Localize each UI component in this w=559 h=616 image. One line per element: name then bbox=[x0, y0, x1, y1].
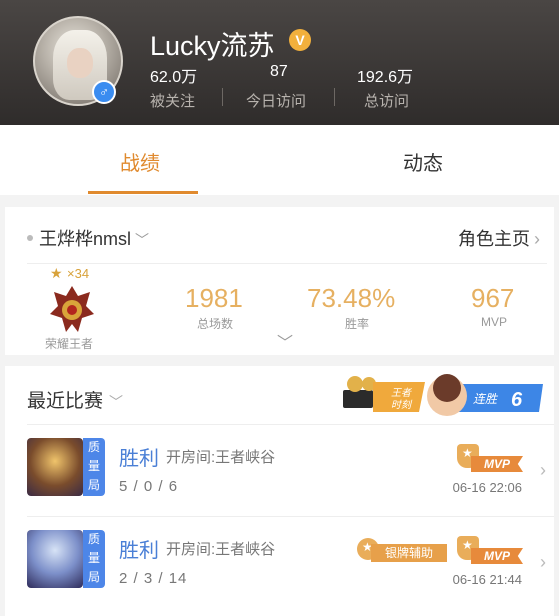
hero-portrait bbox=[27, 530, 83, 588]
rank-name: 荣耀王者 bbox=[45, 337, 94, 351]
chevron-down-icon: ﹀ bbox=[135, 232, 150, 248]
match-row[interactable]: 质量局 胜利 开房间:王者峡谷 5 / 0 / 6 MVP 06-16 22:0… bbox=[27, 434, 554, 524]
match-kda: 2 / 3 / 14 bbox=[119, 570, 188, 587]
mvp-value: 967 bbox=[471, 283, 515, 313]
total-visits-count: 192.6万 bbox=[357, 69, 414, 86]
role-home-label: 角色主页 bbox=[458, 229, 530, 249]
verified-v-icon: V bbox=[289, 29, 311, 51]
total-visits-label: 总访问 bbox=[364, 93, 410, 110]
match-result: 胜利 bbox=[119, 540, 159, 562]
tab-bar: 战绩 动态 bbox=[0, 125, 559, 195]
divider bbox=[27, 424, 554, 425]
svg-text:王者: 王者 bbox=[391, 387, 412, 399]
win-rate-value: 73.48% bbox=[307, 283, 396, 313]
tab-feed[interactable]: 动态 bbox=[403, 147, 443, 176]
recent-matches-title: 最近比赛 bbox=[27, 391, 104, 412]
today-visits-label: 今日访问 bbox=[246, 93, 307, 110]
role-selector[interactable]: 王烨桦nmsl ﹀ bbox=[27, 225, 149, 251]
divider bbox=[27, 263, 547, 264]
mode-tag: 质量局 bbox=[83, 438, 105, 496]
total-games-label: 总场数 bbox=[197, 317, 234, 331]
star-icon: ★ bbox=[50, 265, 63, 281]
male-icon: ♂ bbox=[92, 80, 116, 104]
role-home-link[interactable]: 角色主页 › bbox=[458, 225, 540, 251]
match-kda: 5 / 0 / 6 bbox=[119, 478, 179, 495]
svg-text:6: 6 bbox=[511, 389, 523, 411]
rank-star-count: ×34 bbox=[67, 266, 90, 281]
mode-tag: 质量局 bbox=[83, 530, 105, 588]
tab-record[interactable]: 战绩 bbox=[120, 147, 160, 176]
mvp-label: MVP bbox=[481, 315, 508, 329]
today-visits-count: 87 bbox=[270, 63, 288, 80]
mvp-label: MVP bbox=[471, 456, 523, 472]
divider bbox=[27, 516, 554, 517]
profile-header: ♂ Lucky流苏 V 62.0万 被关注 87 今日访问 192.6万 总访问 bbox=[0, 0, 559, 125]
avatar-face bbox=[67, 48, 93, 78]
match-row[interactable]: 质量局 胜利 开房间:王者峡谷 2 / 3 / 14 银牌辅助 MVP 06-1… bbox=[27, 526, 554, 616]
win-rate-label: 胜率 bbox=[345, 317, 370, 331]
role-card: 王烨桦nmsl ﹀ 角色主页 › ★ ×34 荣耀王者 1981 总场数 73.48… bbox=[5, 207, 554, 355]
silver-support-label: 银牌辅助 bbox=[371, 544, 447, 562]
hero-portrait bbox=[27, 438, 83, 496]
match-result: 胜利 bbox=[119, 448, 159, 470]
chevron-right-icon: › bbox=[534, 229, 540, 249]
match-room: 开房间:王者峡谷 bbox=[166, 449, 276, 466]
chevron-right-icon: › bbox=[540, 460, 546, 480]
followers-label: 被关注 bbox=[150, 93, 196, 110]
stat-divider bbox=[334, 88, 335, 106]
rank-emblem-icon bbox=[50, 286, 94, 332]
chevron-right-icon: › bbox=[540, 552, 546, 572]
expand-chevron-icon[interactable]: ﹀ bbox=[277, 329, 293, 353]
match-time: 06-16 22:06 bbox=[452, 480, 522, 495]
username: Lucky流苏 bbox=[150, 31, 275, 61]
match-room: 开房间:王者峡谷 bbox=[166, 541, 276, 558]
match-time: 06-16 21:44 bbox=[452, 572, 522, 587]
recent-matches: 最近比赛 ﹀ 王者 时刻 连胜 6 质量局 胜利 开房间:王者峡谷 5 / 0 /… bbox=[5, 366, 554, 616]
role-dot bbox=[27, 235, 33, 242]
win-streak-banner[interactable]: 王者 时刻 连胜 6 bbox=[343, 372, 543, 418]
recent-matches-filter[interactable]: 最近比赛 ﹀ bbox=[27, 386, 123, 413]
stat-divider bbox=[222, 88, 223, 106]
followers-count[interactable]: 62.0万 bbox=[150, 63, 197, 87]
svg-text:连胜: 连胜 bbox=[473, 392, 499, 406]
total-games-value: 1981 bbox=[185, 283, 243, 313]
chevron-down-icon: ﹀ bbox=[109, 394, 124, 410]
tab-active-indicator bbox=[88, 191, 198, 194]
mvp-label: MVP bbox=[471, 548, 523, 564]
svg-text:时刻: 时刻 bbox=[391, 399, 413, 411]
role-name: 王烨桦nmsl bbox=[39, 229, 132, 249]
